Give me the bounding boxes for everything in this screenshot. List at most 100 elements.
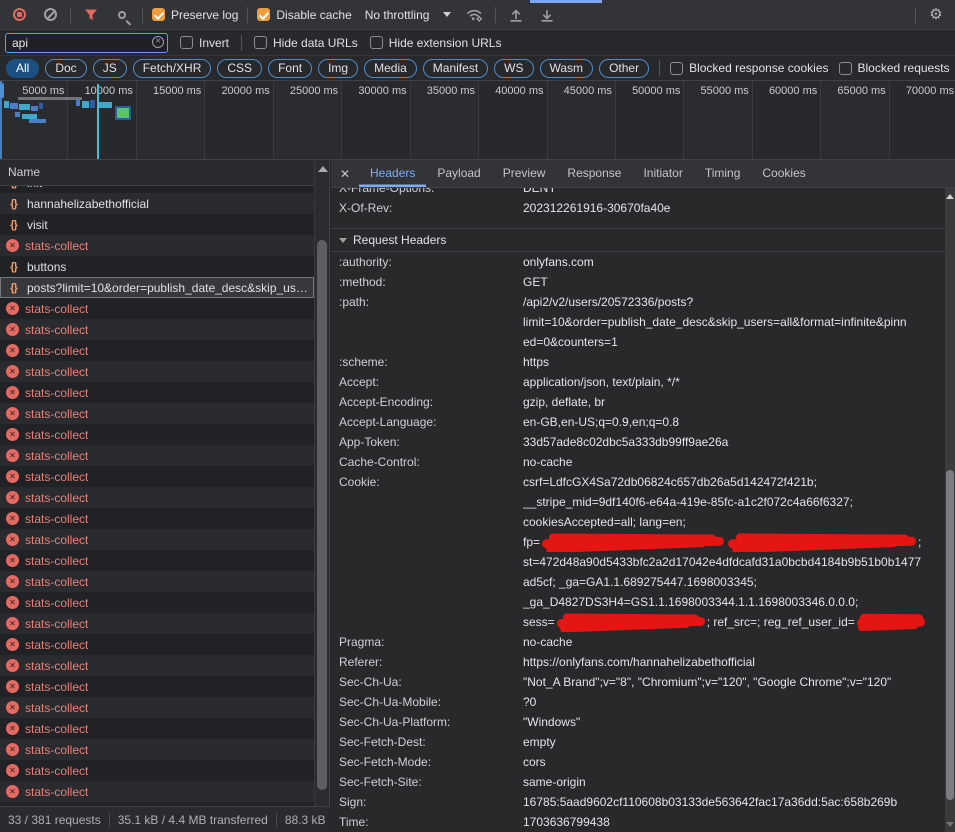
request-row[interactable]: ✕ stats-collect [0, 760, 314, 781]
clear-filter-icon[interactable]: ✕ [152, 36, 164, 48]
search-button[interactable] [111, 4, 133, 26]
hide-data-urls-checkbox[interactable]: Hide data URLs [254, 36, 358, 50]
request-row[interactable]: {} init [0, 186, 314, 193]
scrollbar-thumb[interactable] [317, 240, 327, 790]
resource-type-pill[interactable]: Doc [45, 59, 86, 78]
details-tab[interactable]: Initiator [632, 160, 693, 187]
request-row[interactable]: ✕ stats-collect [0, 298, 314, 319]
resource-type-pill[interactable]: Other [599, 59, 649, 78]
timeline-slider-handle[interactable] [0, 83, 4, 98]
timeline-overview[interactable]: 5000 ms 10000 ms 15000 ms 20000 ms 25000… [0, 81, 955, 160]
checkbox-unchecked-icon [839, 62, 852, 75]
request-headers-section[interactable]: Request Headers [331, 228, 945, 252]
request-row[interactable]: ✕ stats-collect [0, 718, 314, 739]
header-value: GET [523, 272, 945, 292]
details-tab[interactable]: Timing [694, 160, 752, 187]
request-row[interactable]: ✕ stats-collect [0, 613, 314, 634]
request-row[interactable]: ✕ stats-collect [0, 340, 314, 361]
request-row[interactable]: ✕ stats-collect [0, 571, 314, 592]
request-row[interactable]: ✕ stats-collect [0, 655, 314, 676]
resource-type-pill[interactable]: Manifest [423, 59, 488, 78]
timeline-column: 45000 ms [548, 81, 616, 159]
details-tab[interactable]: Preview [492, 160, 557, 187]
checkbox-unchecked-icon [670, 62, 683, 75]
header-row: Pragma: no-cache [331, 632, 945, 652]
resource-type-pill[interactable]: All [6, 59, 39, 78]
throttling-dropdown[interactable]: No throttling [361, 8, 456, 22]
header-row-clipped: X-Frame-Options: DENY [331, 188, 945, 198]
request-row[interactable]: ✕ stats-collect [0, 634, 314, 655]
close-details-icon[interactable]: ✕ [331, 167, 359, 181]
network-toolbar: Preserve log Disable cache No throttling [0, 0, 955, 30]
request-row[interactable]: ✕ stats-collect [0, 382, 314, 403]
details-tab[interactable]: Response [556, 160, 632, 187]
details-tab[interactable]: Cookies [751, 160, 816, 187]
header-name: X-Of-Rev: [331, 198, 523, 218]
blocked-requests-checkbox[interactable]: Blocked requests [839, 61, 950, 75]
request-row[interactable]: {} buttons [0, 256, 314, 277]
request-row[interactable]: ✕ stats-collect [0, 403, 314, 424]
timeline-tick-label: 5000 ms [22, 85, 64, 97]
export-har-button[interactable] [536, 4, 558, 26]
request-row[interactable]: {} hannahelizabethofficial [0, 193, 314, 214]
request-name: stats-collect [25, 428, 88, 442]
request-row[interactable]: ✕ stats-collect [0, 697, 314, 718]
resource-type-pill[interactable]: Img [318, 59, 358, 78]
requests-scrollbar[interactable] [314, 160, 329, 806]
record-button[interactable] [8, 4, 30, 26]
request-row[interactable]: {} posts?limit=10&order=publish_date_des… [0, 277, 314, 298]
resource-type-pill[interactable]: WS [494, 59, 533, 78]
request-row[interactable]: {} visit [0, 214, 314, 235]
resource-type-pill[interactable]: Fetch/XHR [133, 59, 212, 78]
request-row[interactable]: ✕ stats-collect [0, 361, 314, 382]
header-row: Sec-Fetch-Dest: empty [331, 732, 945, 752]
request-name: stats-collect [25, 680, 88, 694]
request-row[interactable]: ✕ stats-collect [0, 676, 314, 697]
request-row[interactable]: ✕ stats-collect [0, 739, 314, 760]
request-row[interactable]: ✕ stats-collect [0, 466, 314, 487]
disable-cache-label: Disable cache [276, 8, 351, 22]
resource-type-pill[interactable]: Font [268, 59, 312, 78]
import-har-button[interactable] [505, 4, 527, 26]
header-value: "Windows" [523, 712, 945, 732]
request-row[interactable]: ✕ stats-collect [0, 529, 314, 550]
header-row: Accept-Encoding: gzip, deflate, br [331, 392, 945, 412]
network-conditions-button[interactable] [464, 4, 486, 26]
request-row[interactable]: ✕ stats-collect [0, 487, 314, 508]
resource-type-pill[interactable]: CSS [217, 59, 262, 78]
hide-extension-urls-checkbox[interactable]: Hide extension URLs [370, 36, 502, 50]
clear-button[interactable] [39, 4, 61, 26]
details-scrollbar[interactable] [945, 188, 955, 832]
scrollbar-thumb[interactable] [946, 470, 954, 800]
request-row[interactable]: ✕ stats-collect [0, 235, 314, 256]
error-icon: ✕ [6, 659, 19, 672]
request-row[interactable]: ✕ stats-collect [0, 424, 314, 445]
disable-cache-checkbox[interactable]: Disable cache [257, 8, 351, 22]
resource-type-pill[interactable]: Wasm [540, 59, 594, 78]
invert-checkbox[interactable]: Invert [180, 36, 229, 50]
request-row[interactable]: ✕ stats-collect [0, 508, 314, 529]
request-row[interactable]: ✕ stats-collect [0, 319, 314, 340]
scroll-down-icon[interactable] [946, 822, 954, 827]
resource-type-pill[interactable]: Media [364, 59, 417, 78]
request-row[interactable]: ✕ stats-collect [0, 592, 314, 613]
settings-button[interactable]: ⚙ [925, 4, 947, 26]
name-column-header[interactable]: Name [0, 160, 314, 186]
details-tab[interactable]: Headers [359, 160, 426, 187]
filter-toggle-button[interactable] [80, 4, 102, 26]
checkbox-checked-icon [152, 8, 165, 21]
details-tab[interactable]: Payload [426, 160, 491, 187]
request-name: stats-collect [25, 575, 88, 589]
preserve-log-checkbox[interactable]: Preserve log [152, 8, 238, 22]
request-row[interactable]: ✕ stats-collect [0, 550, 314, 571]
request-row[interactable]: ✕ stats-collect [0, 445, 314, 466]
scroll-up-icon[interactable] [318, 166, 328, 172]
header-value: csrf=LdfcGX4Sa72db06824c657db26a5d142472… [523, 472, 945, 632]
request-row[interactable]: ✕ stats-collect [0, 781, 314, 802]
blocked-response-cookies-checkbox[interactable]: Blocked response cookies [670, 61, 828, 75]
resource-type-pill[interactable]: JS [93, 59, 127, 78]
filter-input[interactable] [5, 33, 168, 53]
header-name: :path: [331, 292, 523, 352]
scroll-up-icon[interactable] [946, 194, 954, 199]
divider [495, 7, 496, 23]
